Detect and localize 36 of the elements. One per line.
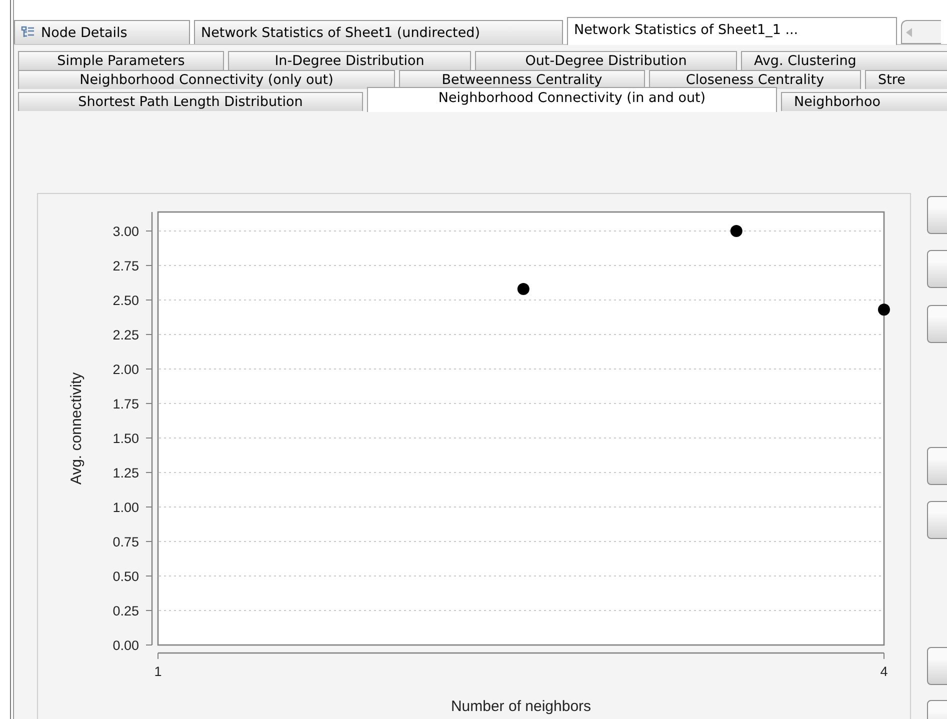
data-point [517,282,530,295]
tree-list-icon [21,26,35,39]
document-tab[interactable]: Network Statistics of Sheet1_1 ... [567,17,897,45]
y-tick-label: 2.75 [112,258,139,274]
statistics-tab[interactable]: Neighborhood Connectivity (only out) [18,70,395,89]
y-tick-label: 2.50 [112,293,139,308]
statistics-tab[interactable]: Neighborhoo [781,92,947,111]
statistics-tab[interactable]: Stre [865,70,947,89]
y-tick-label: 0.00 [112,638,139,653]
scroll-left-button[interactable] [901,20,941,44]
y-tick-label: 1.00 [112,500,139,515]
y-tick-label: 3.00 [112,224,139,239]
y-tick-label: 1.50 [112,431,139,446]
statistics-tab[interactable]: Out-Degree Distribution [475,51,737,70]
y-tick-label: 1.75 [112,396,139,412]
statistics-tab[interactable]: Avg. Clustering [741,51,947,70]
y-tick-label: 0.25 [112,604,139,618]
data-point [730,225,742,237]
x-tick-label: 4 [880,664,888,679]
statistics-tab[interactable]: Simple Parameters [18,51,224,70]
y-tick-label: 0.75 [112,534,139,550]
y-tick-label: 2.00 [112,362,139,377]
statistics-tab[interactable]: Neighborhood Connectivity (in and out) [367,87,777,112]
y-tick-label: 0.50 [112,569,139,584]
left-arrow-icon [906,28,913,36]
statistics-tab[interactable]: Shortest Path Length Distribution [18,92,363,111]
statistics-tab[interactable]: Closeness Centrality [649,70,861,89]
y-tick-label: 2.25 [112,328,139,342]
document-tab[interactable]: Node Details [14,20,190,44]
y-axis-title: Avg. connectivity [68,372,85,485]
data-point [878,304,890,316]
x-tick-label: 1 [154,664,162,679]
document-tab[interactable]: Network Statistics of Sheet1 (undirected) [194,20,563,44]
x-axis-title: Number of neighbors [450,698,592,715]
y-tick-label: 1.25 [112,466,139,480]
statistics-tab[interactable]: In-Degree Distribution [228,51,471,70]
